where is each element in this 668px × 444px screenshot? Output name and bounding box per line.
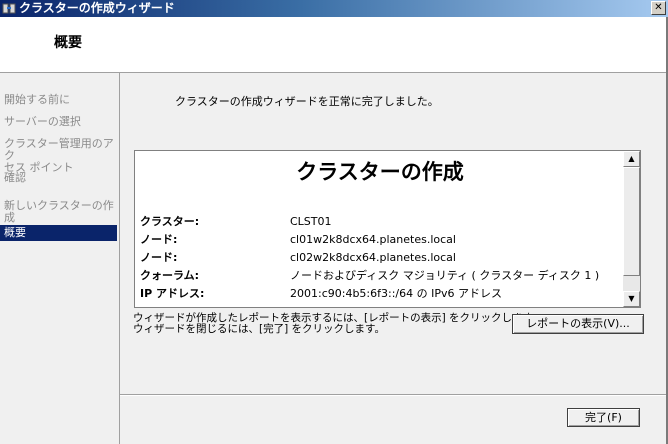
footer-divider xyxy=(120,394,666,396)
page-title: 概要 xyxy=(54,35,82,51)
close-button[interactable]: ✕ xyxy=(651,1,666,15)
report-row-quorum: クォーラム: ノードおよびディスク マジョリティ ( クラスター ディスク 1 … xyxy=(140,267,625,285)
summary-panel: クラスターの作成ウィザードを正常に完了しました。 クラスターの作成 クラスター:… xyxy=(120,73,668,444)
report-value: 2001:c90:4b5:6f3::/64 の IPv6 アドレス xyxy=(290,287,502,300)
report-value: CLST01 xyxy=(290,215,332,228)
view-report-button[interactable]: レポートの表示(V)... xyxy=(512,314,644,334)
completion-message: クラスターの作成ウィザードを正常に完了しました。 xyxy=(175,95,439,108)
hint-line-2: ウィザードを閉じるには、[完了] をクリックします。 xyxy=(133,323,385,335)
report-row-cluster: クラスター: CLST01 xyxy=(140,213,625,231)
wizard-steps: 開始する前に サーバーの選択 クラスター管理用のアク セス ポイント 確認 新し… xyxy=(0,73,120,444)
report-value: ノードおよびディスク マジョリティ ( クラスター ディスク 1 ) xyxy=(290,269,600,282)
cluster-app-icon xyxy=(2,3,16,14)
window-title: クラスターの作成ウィザード xyxy=(19,1,175,15)
report-key: ノード: xyxy=(140,233,178,246)
scroll-down-button[interactable]: ▼ xyxy=(623,291,640,307)
step-before-you-begin: 開始する前に xyxy=(4,93,70,106)
close-icon: ✕ xyxy=(654,2,663,13)
report-row-node1: ノード: cl01w2k8dcx64.planetes.local xyxy=(140,231,625,249)
step-create-cluster: 新しいクラスターの作成 xyxy=(4,199,114,224)
triangle-down-icon: ▼ xyxy=(628,294,635,303)
report-key: IP アドレス: xyxy=(140,287,205,300)
report-row-node2: ノード: cl02w2k8dcx64.planetes.local xyxy=(140,249,625,267)
report-key: クラスター: xyxy=(140,215,200,228)
report-scrollbar[interactable]: ▲ ▼ xyxy=(623,151,640,307)
step-confirm: 確認 xyxy=(4,171,26,184)
step-select-servers: サーバーの選択 xyxy=(4,115,81,128)
wizard-header: 概要 xyxy=(0,17,668,73)
report-value: cl01w2k8dcx64.planetes.local xyxy=(290,233,456,246)
report-view[interactable]: クラスターの作成 クラスター: CLST01 ノード: cl01w2k8dcx6… xyxy=(134,150,641,308)
step-access-point: クラスター管理用のアク セス ポイント xyxy=(0,138,117,174)
report-title: クラスターの作成 xyxy=(296,160,464,184)
step-access-point-line1: クラスター管理用のアク xyxy=(4,137,114,162)
report-key: クォーラム: xyxy=(140,269,200,282)
report-value: cl02w2k8dcx64.planetes.local xyxy=(290,251,456,264)
triangle-up-icon: ▲ xyxy=(628,154,635,163)
report-hint: ウィザードが作成したレポートを表示するには、[レポートの表示] をクリックします… xyxy=(133,313,542,335)
scroll-up-button[interactable]: ▲ xyxy=(623,151,640,167)
report-row-ip: IP アドレス: 2001:c90:4b5:6f3::/64 の IPv6 アド… xyxy=(140,285,625,303)
title-bar[interactable]: クラスターの作成ウィザード ✕ xyxy=(0,0,668,17)
step-summary: 概要 xyxy=(0,225,117,241)
scroll-thumb[interactable] xyxy=(623,167,640,276)
report-key: ノード: xyxy=(140,251,178,264)
finish-button[interactable]: 完了(F) xyxy=(567,408,640,427)
